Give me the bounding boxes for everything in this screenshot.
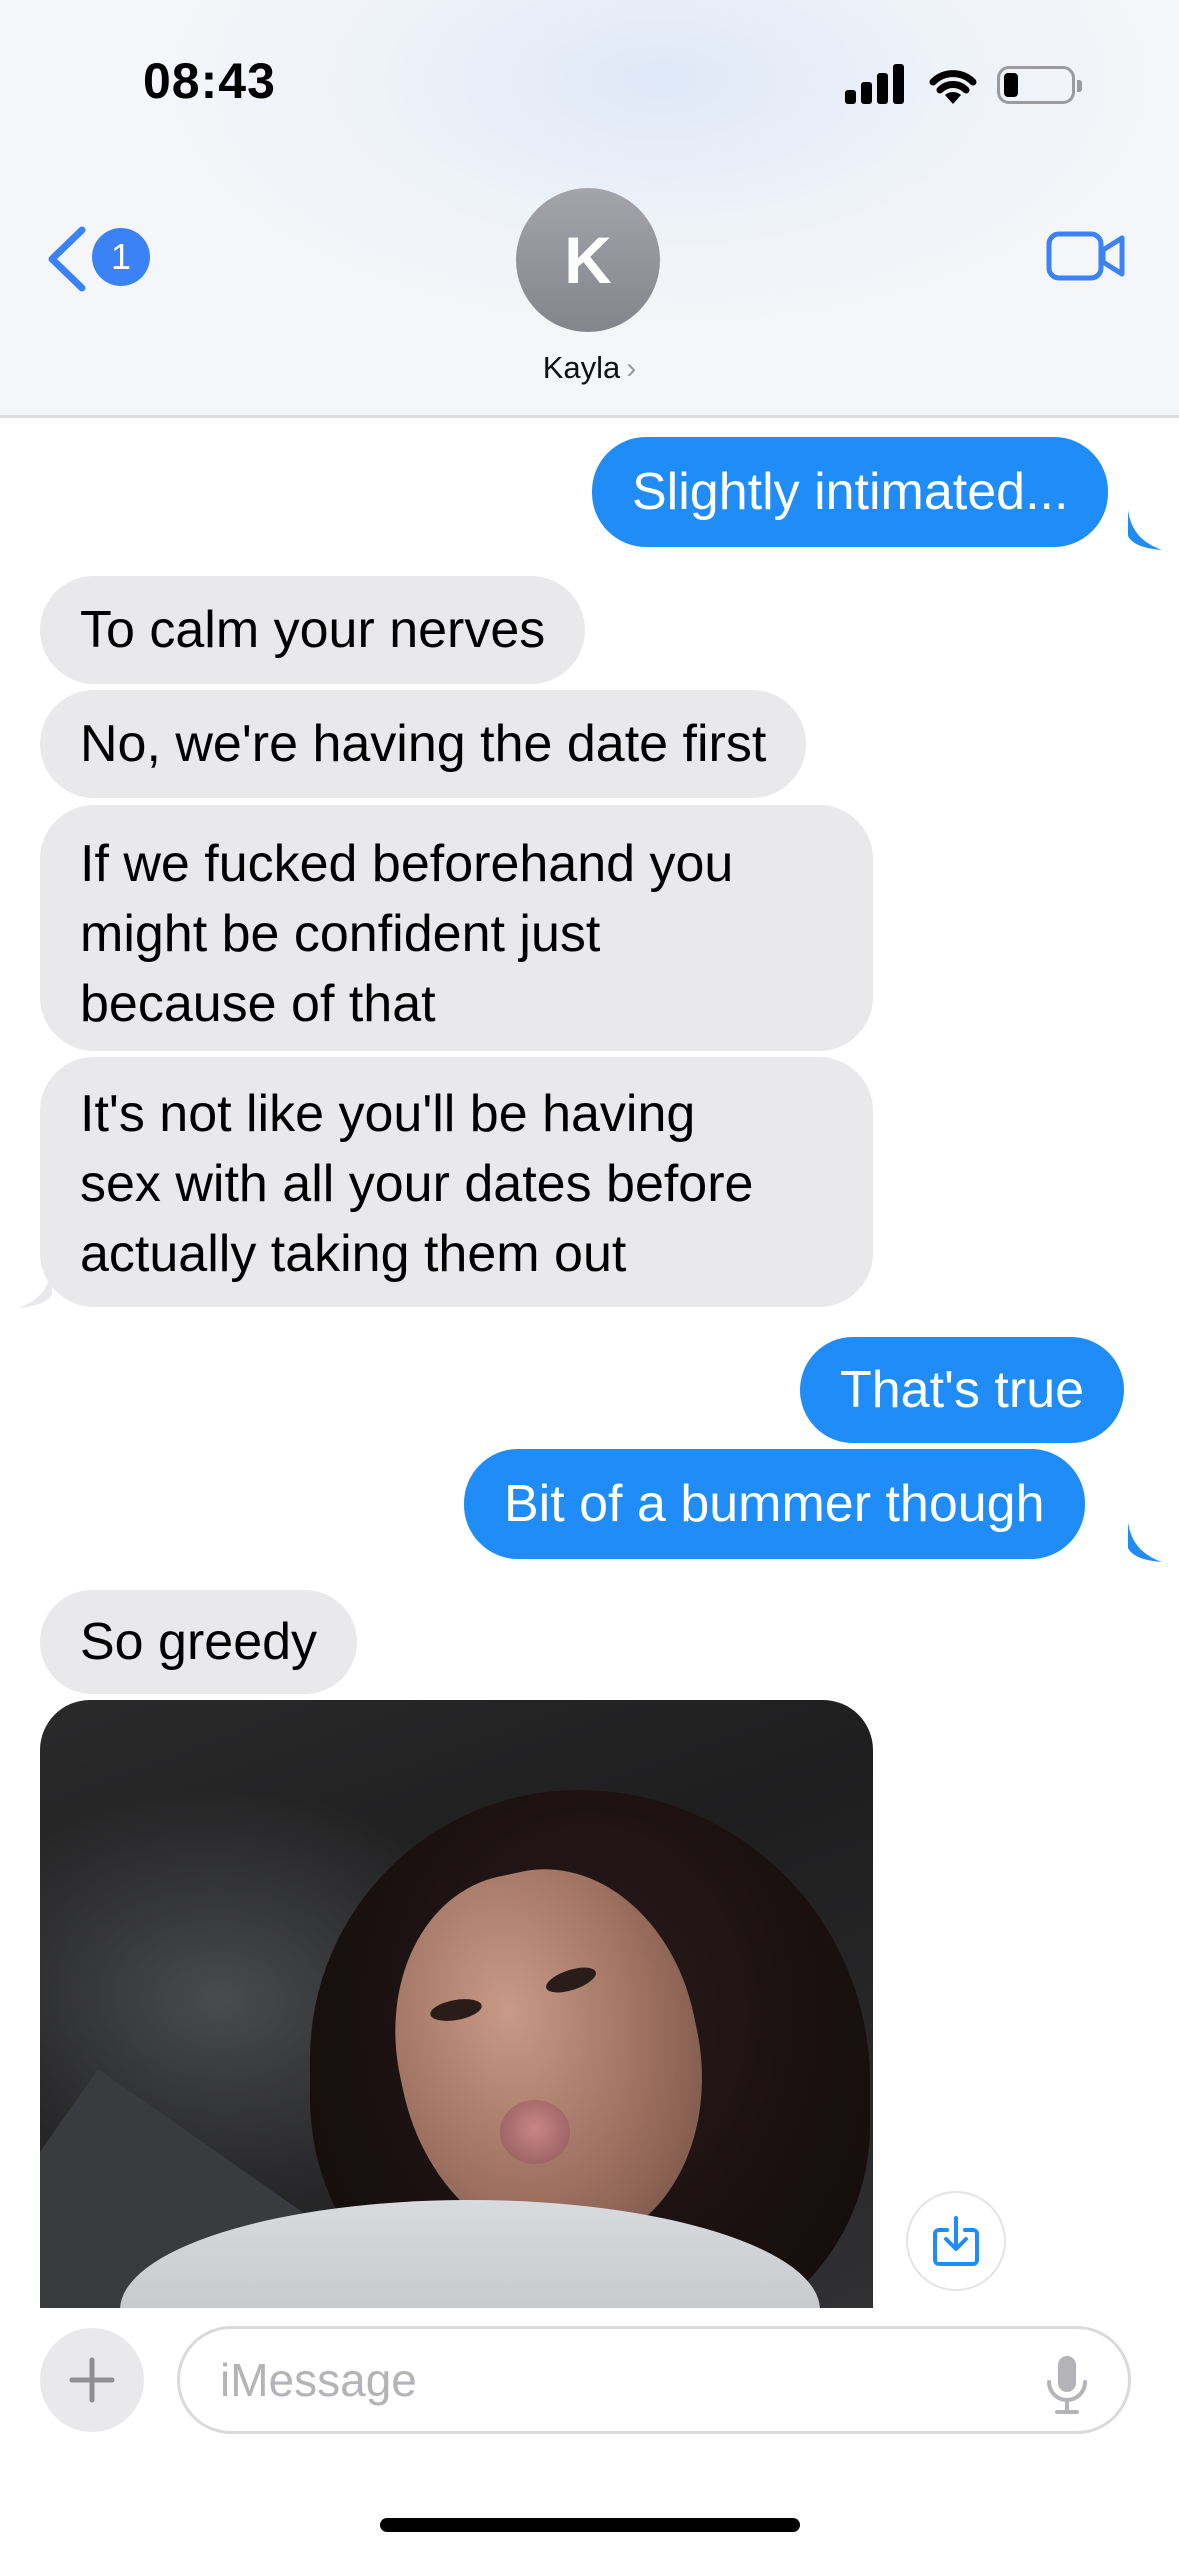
- chevron-left-icon: [48, 226, 86, 292]
- message-bubble-outgoing[interactable]: Bit of a bummer though: [464, 1449, 1085, 1559]
- message-bubble-outgoing[interactable]: That's true: [800, 1337, 1125, 1443]
- message-bubble-incoming[interactable]: If we fucked beforehand you might be con…: [40, 805, 873, 1051]
- message-line: It's not like you'll be having: [80, 1085, 696, 1143]
- bubble-tail: [1128, 510, 1162, 550]
- status-time: 08:43: [143, 53, 276, 109]
- message-bubble-outgoing[interactable]: Slightly intimated...: [592, 437, 1109, 547]
- message-bubble-incoming[interactable]: To calm your nerves: [40, 576, 586, 684]
- microphone-icon[interactable]: [1043, 2354, 1091, 2416]
- save-photo-button[interactable]: [906, 2191, 1006, 2291]
- message-bubble-incoming[interactable]: So greedy: [40, 1590, 358, 1694]
- message-line: actually taking them out: [80, 1225, 627, 1283]
- message-input[interactable]: iMessage: [177, 2326, 1131, 2434]
- back-button[interactable]: 1: [44, 218, 164, 298]
- message-line: If we fucked beforehand you: [80, 835, 734, 893]
- battery-icon: [997, 66, 1082, 104]
- contact-name-label: Kayla: [542, 350, 621, 385]
- home-indicator[interactable]: [380, 2518, 800, 2532]
- bubble-tail: [1128, 1522, 1162, 1562]
- video-camera-icon[interactable]: [1046, 228, 1126, 284]
- unread-badge: 1: [92, 228, 150, 286]
- cellular-signal-icon: [845, 64, 907, 104]
- save-download-icon: [933, 2216, 979, 2266]
- message-bubble-incoming[interactable]: No, we're having the date first: [40, 690, 807, 798]
- wifi-icon: [929, 70, 977, 104]
- add-attachment-button[interactable]: [40, 2328, 144, 2432]
- conversation-header: 08:43 1 K Kayla ›: [0, 0, 1179, 418]
- message-line: sex with all your dates before: [80, 1155, 754, 1213]
- avatar[interactable]: K: [516, 188, 660, 332]
- contact-name[interactable]: Kayla ›: [0, 350, 1179, 386]
- chevron-right-icon: ›: [626, 352, 637, 385]
- message-line: might be confident just: [80, 905, 601, 963]
- bubble-tail: [18, 1268, 52, 1308]
- photo-attachment[interactable]: [40, 1700, 873, 2308]
- message-bubble-incoming[interactable]: It's not like you'll be having sex with …: [40, 1057, 873, 1307]
- message-line: because of that: [80, 975, 436, 1033]
- plus-icon: [69, 2357, 115, 2403]
